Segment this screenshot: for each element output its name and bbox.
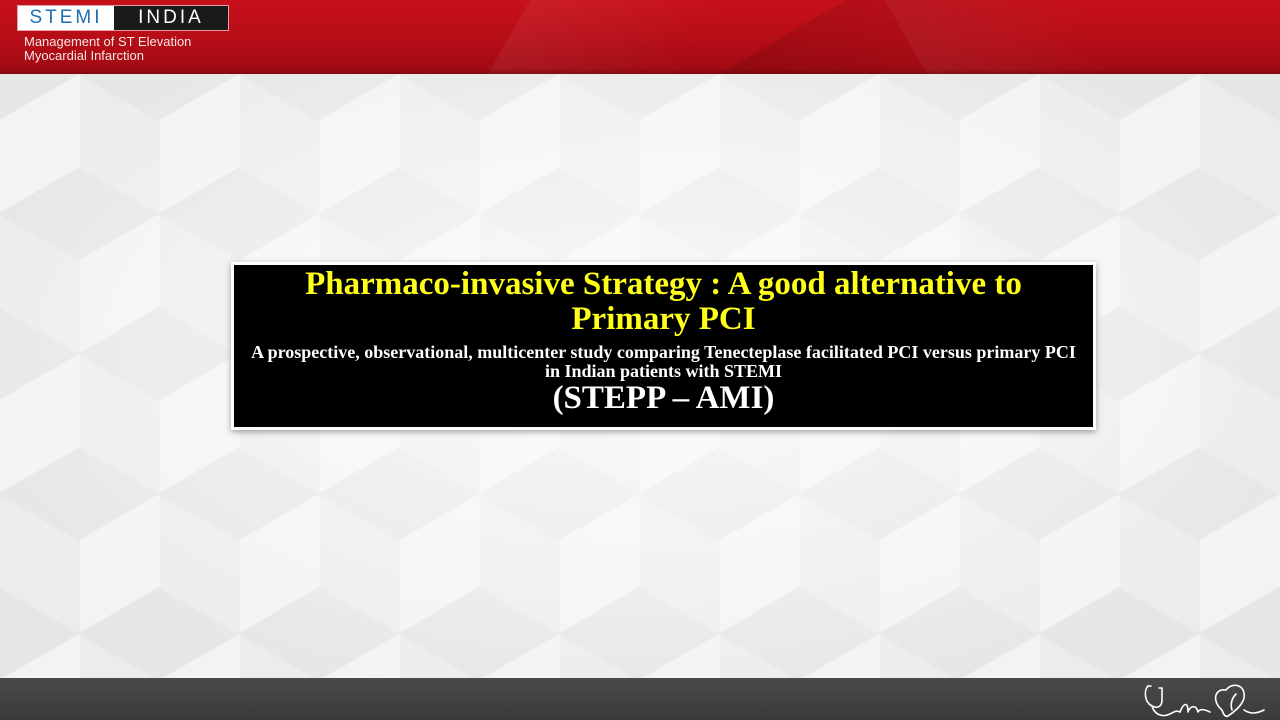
tagline-line-2: Myocardial Infarction [24,48,144,63]
header-tagline: Management of ST Elevation Myocardial In… [24,35,191,63]
header-band: STEMI INDIA Management of ST Elevation M… [0,0,1280,74]
stemi-india-logo: STEMI INDIA [18,6,228,30]
logo-stemi-text: STEMI [18,6,114,30]
slide: STEMI INDIA Management of ST Elevation M… [0,0,1280,720]
study-description: A prospective, observational, multicente… [251,342,1076,381]
tagline-line-1: Management of ST Elevation [24,34,192,49]
logo-india-text: INDIA [114,6,228,30]
stethoscope-heart-icon [1144,684,1265,718]
slide-title: Pharmaco-invasive Strategy : A good alte… [305,266,1022,337]
study-acronym: (STEPP – AMI) [552,380,775,416]
footer-band [0,678,1280,720]
title-box: Pharmaco-invasive Strategy : A good alte… [231,262,1096,430]
